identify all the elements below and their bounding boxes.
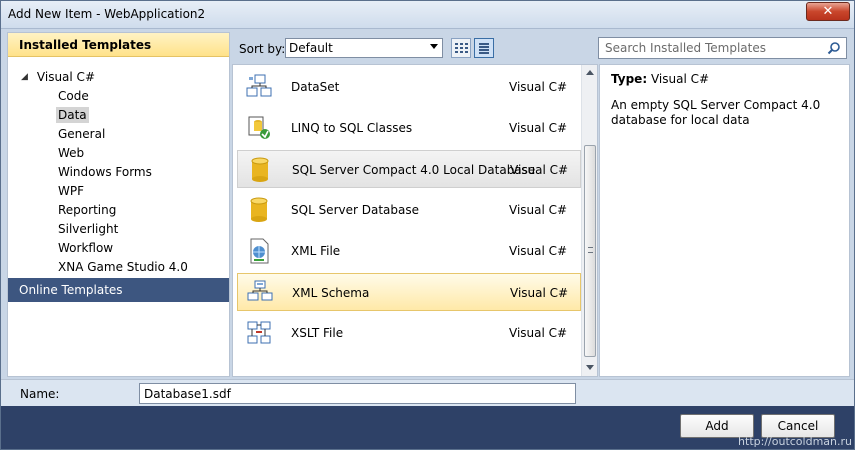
tree-item-reporting[interactable]: Reporting [8,200,229,219]
template-name: XML Schema [292,286,370,300]
close-button[interactable]: ✕ [806,2,850,21]
tree-item-data[interactable]: Data [8,105,229,124]
template-list-scrollbar[interactable] [581,65,597,376]
small-icons-view-button[interactable] [451,38,471,58]
tree-item-silverlight[interactable]: Silverlight [8,219,229,238]
template-name: DataSet [291,80,340,94]
tree-item-label: Silverlight [58,221,119,236]
button-bar: Add Cancel http://outcoldman.ru [1,406,854,449]
template-row-sql-compact[interactable]: SQL Server Compact 4.0 Local Database Vi… [237,150,581,188]
tree-item-windows-forms[interactable]: Windows Forms [8,162,229,181]
search-input[interactable]: Search Installed Templates [598,37,847,59]
template-list: DataSet Visual C# LINQ to SQL Classes Vi… [232,64,598,377]
template-categories-panel: Installed Templates ◢ Visual C# Code Dat… [7,32,230,377]
search-icon[interactable] [827,41,841,55]
sort-by-label: Sort by: [239,42,286,56]
tree-item-label: Code [58,88,89,103]
tree-root-label: Visual C# [36,69,95,84]
xslt-icon [247,321,271,344]
type-value: Visual C# [650,72,710,86]
template-details-panel: Type: Visual C# An empty SQL Server Comp… [599,64,850,377]
database-icon [251,157,269,182]
category-tree: ◢ Visual C# Code Data General Web Window… [8,67,229,276]
sort-bar: Sort by: Default [232,34,592,64]
add-new-item-dialog: Add New Item - WebApplication2 ✕ Install… [0,0,855,450]
tree-item-workflow[interactable]: Workflow [8,238,229,257]
template-language: Visual C# [509,80,568,94]
details-view-button[interactable] [474,38,494,58]
tree-item-label: Web [58,145,85,160]
template-language: Visual C# [509,244,568,258]
xml-schema-icon [247,280,273,301]
template-row-xml-file[interactable]: XML File Visual C# [237,232,581,270]
chevron-down-icon [430,44,438,49]
template-language: Visual C# [509,326,568,340]
template-row-linq-to-sql[interactable]: LINQ to SQL Classes Visual C# [237,109,581,147]
search-placeholder: Search Installed Templates [605,41,766,55]
scroll-up-arrow-icon[interactable] [586,70,594,75]
tree-root-visual-csharp[interactable]: ◢ Visual C# [8,67,229,86]
type-label: Type: [611,72,648,86]
template-language: Visual C# [510,286,569,300]
template-language: Visual C# [510,163,569,177]
template-row-xml-schema[interactable]: XML Schema Visual C# [237,273,581,311]
sort-by-dropdown[interactable]: Default [285,38,443,58]
tree-item-wpf[interactable]: WPF [8,181,229,200]
database-icon [250,197,268,222]
tree-item-label: Data [56,106,89,123]
name-label: Name: [20,387,60,401]
tree-item-label: Reporting [58,202,117,217]
xml-file-icon [250,238,269,264]
template-language: Visual C# [509,203,568,217]
watermark: http://outcoldman.ru [738,435,852,448]
template-language: Visual C# [509,121,568,135]
scroll-grip-icon [588,247,593,253]
tree-item-label: XNA Game Studio 4.0 [58,259,188,274]
tree-item-label: Workflow [58,240,114,255]
name-input[interactable]: Database1.sdf [139,383,576,404]
tree-item-code[interactable]: Code [8,86,229,105]
expand-arrow-icon[interactable]: ◢ [21,72,28,82]
template-name: SQL Server Compact 4.0 Local Database [292,163,536,177]
template-name: LINQ to SQL Classes [291,121,413,135]
online-templates-header[interactable]: Online Templates [8,278,229,302]
window-title: Add New Item - WebApplication2 [8,7,206,21]
scroll-down-arrow-icon[interactable] [586,365,594,370]
tree-item-label: Windows Forms [58,164,152,179]
linq-icon [248,116,270,139]
type-line: Type: Visual C# [611,72,838,86]
name-row: Name: Database1.sdf [1,379,854,406]
title-bar: Add New Item - WebApplication2 ✕ [1,1,854,29]
template-name: XSLT File [291,326,344,340]
template-description: An empty SQL Server Compact 4.0 database… [611,98,821,127]
scroll-thumb[interactable] [584,145,596,357]
installed-templates-header[interactable]: Installed Templates [8,33,229,57]
template-name: XML File [291,244,341,258]
template-row-xslt-file[interactable]: XSLT File Visual C# [237,314,581,352]
dataset-icon [246,74,272,97]
template-row-sql-server-database[interactable]: SQL Server Database Visual C# [237,191,581,229]
tree-item-xna[interactable]: XNA Game Studio 4.0 [8,257,229,276]
tree-item-label: General [58,126,106,141]
tree-item-label: WPF [58,183,85,198]
template-row-dataset[interactable]: DataSet Visual C# [237,68,581,106]
tree-item-web[interactable]: Web [8,143,229,162]
tree-item-general[interactable]: General [8,124,229,143]
template-name: SQL Server Database [291,203,419,217]
sort-by-value: Default [289,41,333,55]
